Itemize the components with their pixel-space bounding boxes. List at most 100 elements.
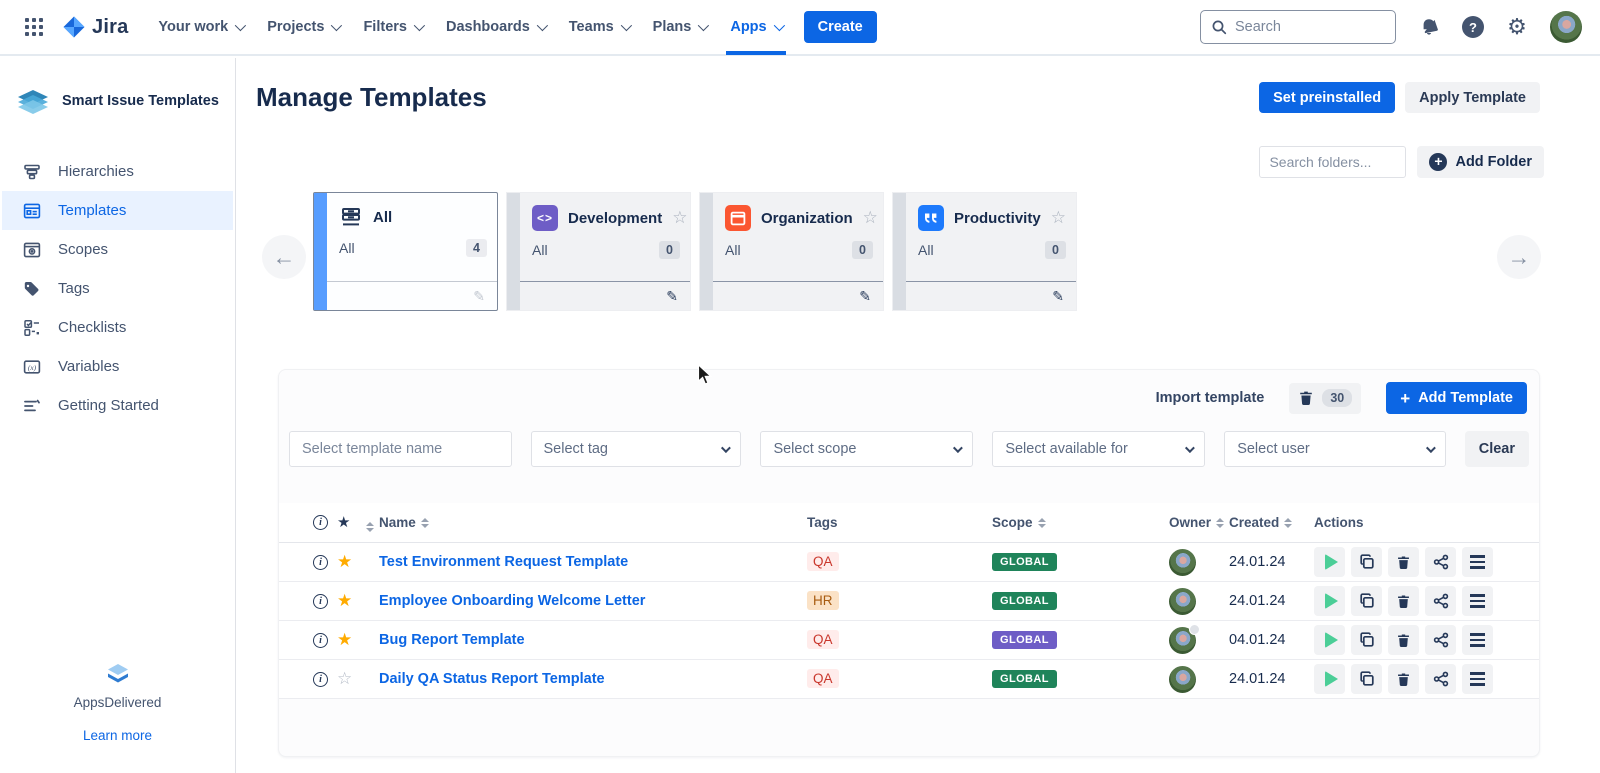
info-icon[interactable]: i [313,555,328,570]
sort-icon[interactable] [421,518,429,528]
help-icon[interactable]: ? [1462,16,1484,38]
apply-play-button[interactable] [1314,625,1345,655]
template-name-link[interactable]: Employee Onboarding Welcome Letter [379,593,645,609]
template-name-link[interactable]: Bug Report Template [379,632,525,648]
more-menu-button[interactable] [1462,625,1493,655]
set-preinstalled-button[interactable]: Set preinstalled [1259,82,1395,113]
templates-panel: Import template 30 + Add Template Select… [278,369,1540,757]
column-header-name[interactable]: Name [379,515,416,530]
nav-dashboards[interactable]: Dashboards [436,11,555,43]
sidebar-item-templates[interactable]: Templates [2,191,233,230]
carousel-right-arrow[interactable]: → [1497,235,1541,279]
info-icon[interactable]: i [313,633,328,648]
delete-button[interactable] [1388,625,1419,655]
copy-button[interactable] [1351,625,1382,655]
sort-icon[interactable] [1038,518,1046,528]
sort-icon[interactable] [1216,518,1224,528]
favorite-star-icon[interactable]: ☆ [337,669,352,688]
search-icon [1211,19,1227,35]
favorite-star-icon[interactable]: ★ [337,630,352,649]
apply-play-button[interactable] [1314,664,1345,694]
sidebar-item-checklists[interactable]: Checklists [2,308,233,347]
template-name-link[interactable]: Test Environment Request Template [379,554,628,570]
share-button[interactable] [1425,586,1456,616]
plus-icon: + [1400,390,1410,407]
user-avatar[interactable] [1550,11,1582,43]
sidebar-item-variables[interactable]: (x) Variables [2,347,233,386]
favorite-star-icon[interactable]: ☆ [1051,208,1066,228]
more-menu-button[interactable] [1462,664,1493,694]
filter-user-select[interactable]: Select user [1224,431,1446,467]
jira-logo-icon [62,15,86,39]
sort-icon[interactable] [1284,518,1292,528]
recycle-bin-button[interactable]: 30 [1289,383,1361,414]
nav-your-work[interactable]: Your work [148,11,253,43]
global-search[interactable] [1200,10,1396,44]
sort-icon[interactable] [366,522,374,532]
info-icon[interactable]: i [313,594,328,609]
folder-card-stripe [314,193,327,310]
add-folder-button[interactable]: + Add Folder [1417,146,1544,178]
share-button[interactable] [1425,547,1456,577]
share-button[interactable] [1425,625,1456,655]
edit-pencil-icon[interactable]: ✎ [1052,288,1064,305]
filter-tag-select[interactable]: Select tag [531,431,742,467]
filter-scope-select[interactable]: Select scope [760,431,973,467]
create-button[interactable]: Create [804,11,877,43]
info-icon[interactable]: i [313,672,328,687]
favorite-star-icon[interactable]: ☆ [863,208,878,228]
clear-filters-button[interactable]: Clear [1465,431,1529,467]
more-menu-button[interactable] [1462,586,1493,616]
delete-button[interactable] [1388,586,1419,616]
carousel-left-arrow[interactable]: ← [262,235,306,279]
jira-logo[interactable]: Jira [62,15,128,39]
delete-button[interactable] [1388,664,1419,694]
edit-pencil-icon[interactable]: ✎ [859,288,871,305]
filter-template-name-input[interactable] [289,431,512,467]
sidebar-item-hierarchies[interactable]: Hierarchies [2,152,233,191]
add-template-button[interactable]: + Add Template [1386,382,1527,414]
table-row: i ★ Bug Report Template QA GLOBAL 04.01.… [279,621,1539,660]
nav-teams[interactable]: Teams [559,11,639,43]
favorite-star-icon[interactable]: ★ [337,552,352,571]
favorite-star-icon[interactable]: ★ [337,591,352,610]
sidebar-item-tags[interactable]: Tags [2,269,233,308]
settings-gear-icon[interactable]: ⚙ [1504,14,1530,40]
folder-card-development[interactable]: <> Development ☆ All0 ✎ [506,192,691,311]
delete-button[interactable] [1388,547,1419,577]
search-input[interactable] [1235,19,1375,35]
apply-play-button[interactable] [1314,547,1345,577]
nav-apps[interactable]: Apps [720,11,791,43]
nav-filters[interactable]: Filters [353,11,432,43]
copy-button[interactable] [1351,664,1382,694]
column-header-scope[interactable]: Scope [992,515,1033,530]
favorite-star-icon[interactable]: ☆ [672,208,687,228]
edit-pencil-icon[interactable]: ✎ [473,288,485,305]
column-header-created[interactable]: Created [1229,515,1279,530]
folder-card-all[interactable]: All All4 ✎ [313,192,498,311]
folder-card-organization[interactable]: Organization ☆ All0 ✎ [699,192,884,311]
copy-button[interactable] [1351,547,1382,577]
apply-play-button[interactable] [1314,586,1345,616]
apply-template-button[interactable]: Apply Template [1405,82,1540,113]
copy-button[interactable] [1351,586,1382,616]
star-column-icon[interactable]: ★ [337,514,350,531]
column-header-owner[interactable]: Owner [1169,515,1211,530]
folder-card-productivity[interactable]: Productivity ☆ All0 ✎ [892,192,1077,311]
filter-available-for-select[interactable]: Select available for [992,431,1205,467]
sidebar-item-getting-started[interactable]: Getting Started [2,386,233,425]
sidebar-item-scopes[interactable]: Scopes [2,230,233,269]
edit-pencil-icon[interactable]: ✎ [666,288,678,305]
share-button[interactable] [1425,664,1456,694]
learn-more-link[interactable]: Learn more [0,728,235,743]
template-name-link[interactable]: Daily QA Status Report Template [379,671,605,687]
copy-icon [1359,632,1375,648]
table-row: i ★ Test Environment Request Template QA… [279,543,1539,582]
search-folders-input[interactable] [1259,146,1406,178]
notifications-bell-icon[interactable] [1416,14,1442,40]
more-menu-button[interactable] [1462,547,1493,577]
import-template-link[interactable]: Import template [1156,390,1265,406]
nav-projects[interactable]: Projects [257,11,349,43]
app-switcher-icon[interactable] [18,11,50,43]
nav-plans[interactable]: Plans [643,11,717,43]
